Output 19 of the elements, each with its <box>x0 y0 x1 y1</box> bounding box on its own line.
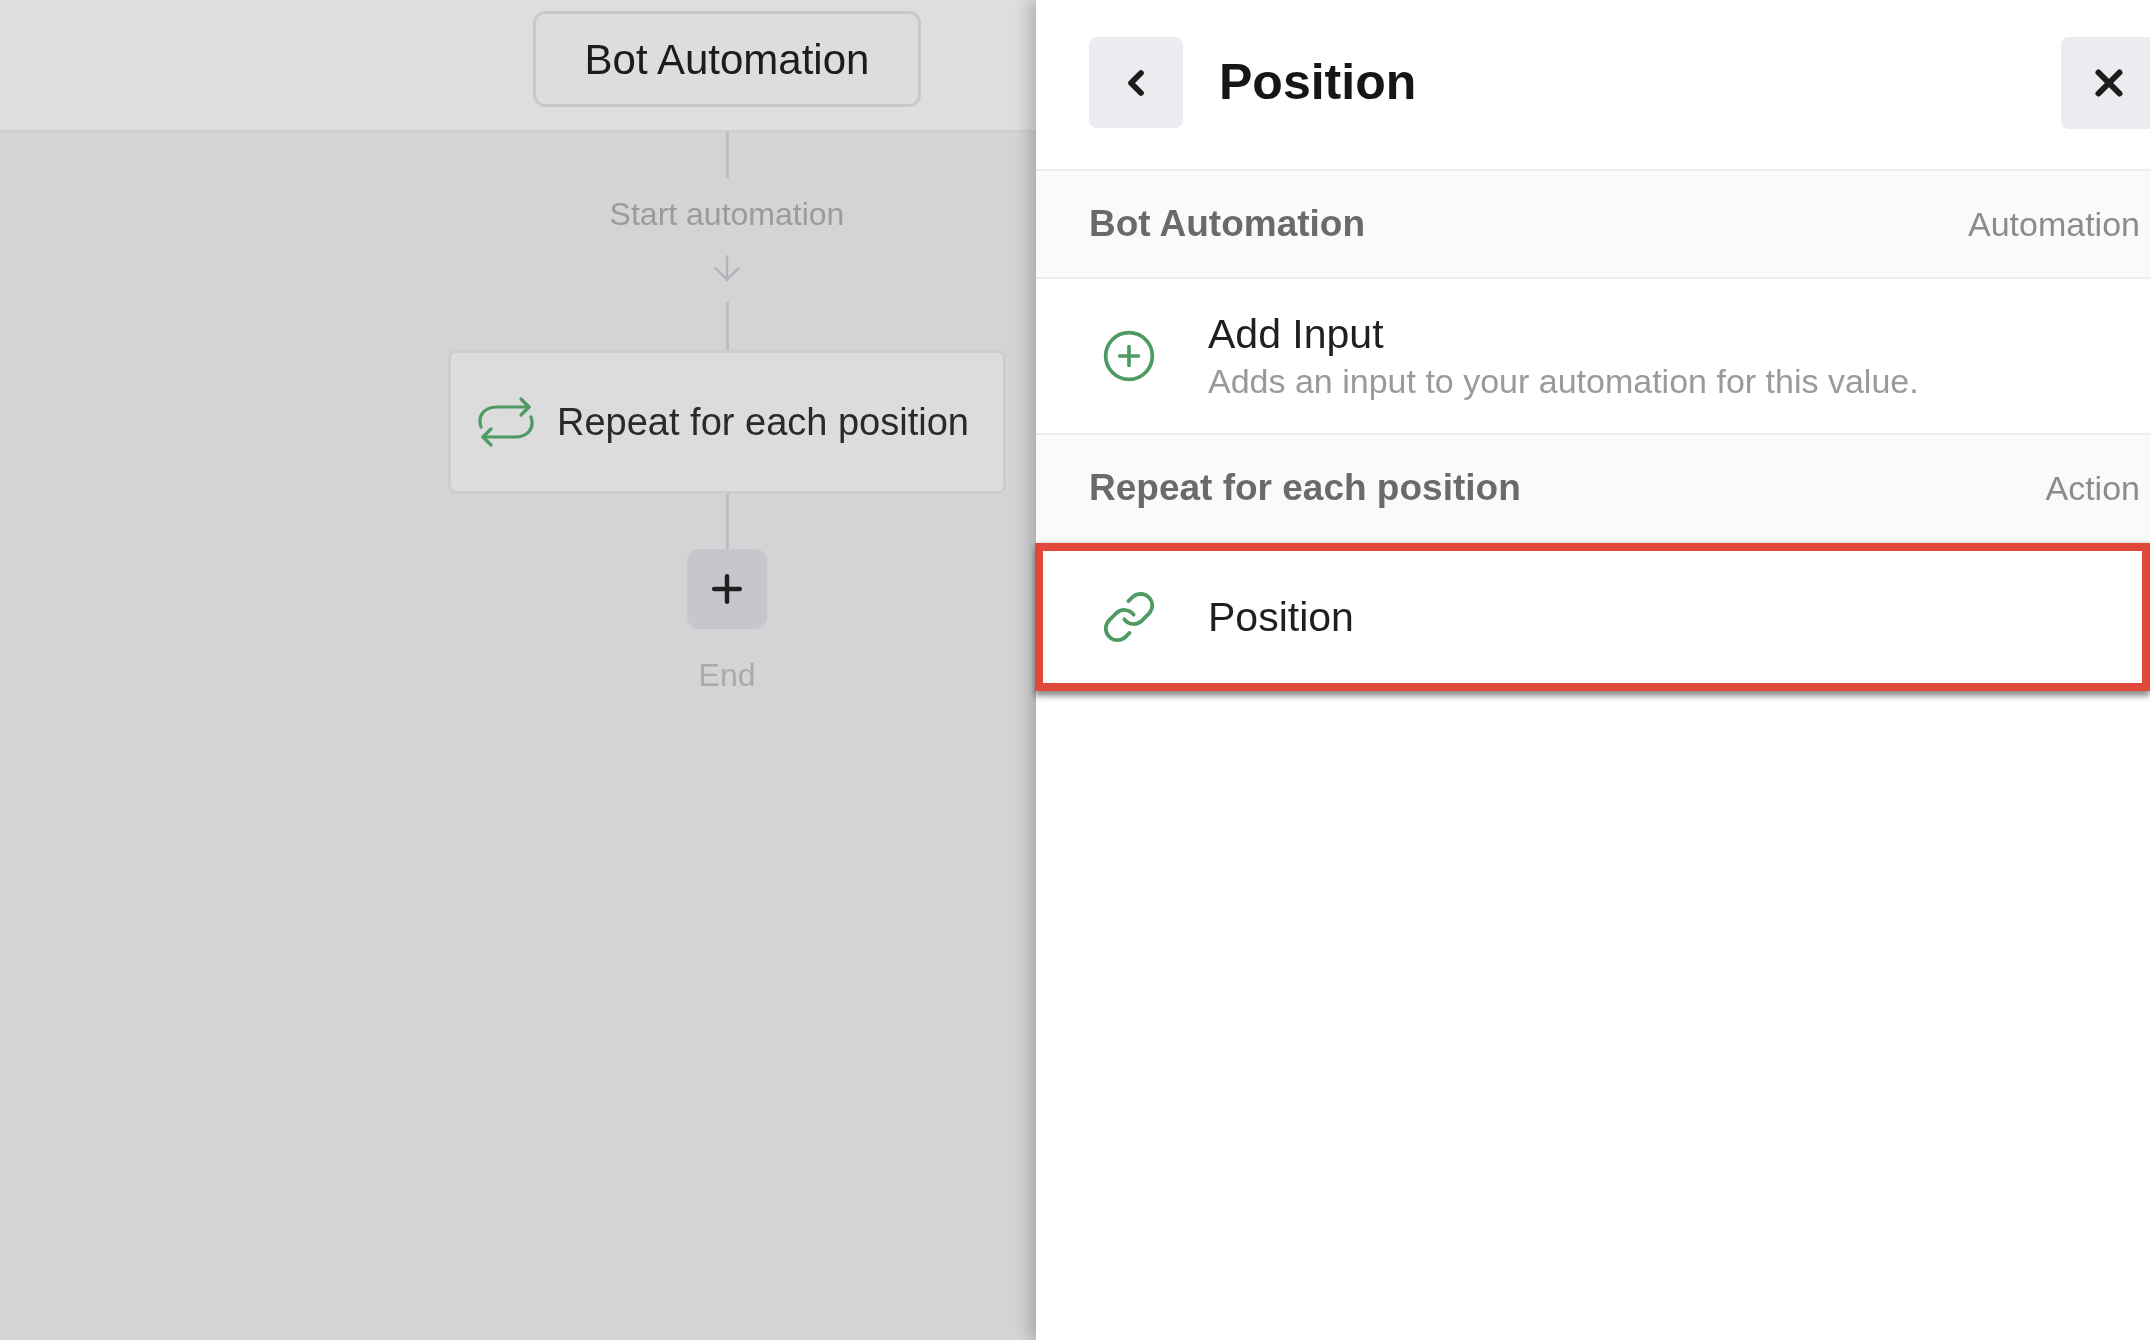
trigger-button[interactable]: Bot Automation <box>533 11 921 107</box>
add-step-button[interactable] <box>687 549 767 629</box>
section-type-label: Action <box>2045 467 2140 509</box>
list-item[interactable]: Add Input Adds an input to your automation for this value. <box>1036 279 2150 435</box>
section-title: Repeat for each position <box>1089 466 1521 511</box>
step-label: Repeat for each position <box>557 399 969 445</box>
section-type-label: Automation <box>1968 203 2140 245</box>
item-description: Adds an input to your automation for this value. <box>1208 361 1919 402</box>
panel-title: Position <box>1219 53 1417 112</box>
start-label: Start automation <box>609 195 845 234</box>
plus-circle-icon <box>1101 328 1157 384</box>
item-title: Position <box>1208 593 1354 642</box>
back-button[interactable] <box>1089 37 1183 128</box>
close-button[interactable] <box>2061 36 2150 129</box>
section-title: Bot Automation <box>1089 202 1366 247</box>
repeat-step-card[interactable]: Repeat for each position <box>448 350 1006 494</box>
link-icon <box>1101 589 1157 645</box>
item-title: Add Input <box>1208 310 1384 359</box>
list-item[interactable]: Position <box>1035 543 2150 691</box>
